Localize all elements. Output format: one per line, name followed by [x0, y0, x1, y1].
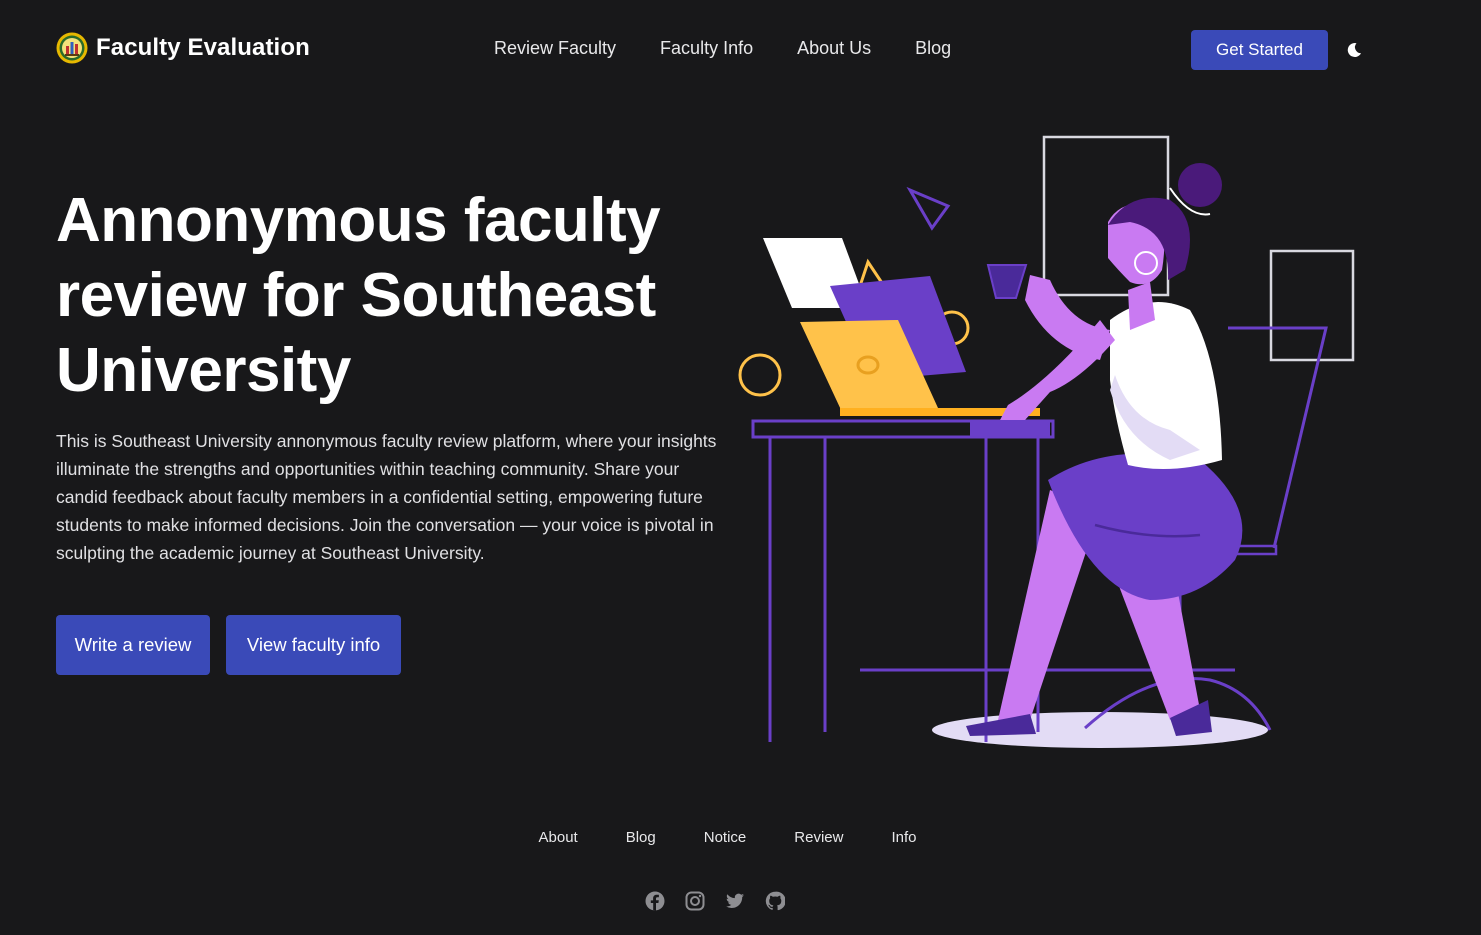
footer-link-info[interactable]: Info — [891, 829, 916, 846]
footer-link-notice[interactable]: Notice — [704, 829, 747, 846]
university-seal-icon — [56, 32, 88, 64]
nav-link-about-us[interactable]: About Us — [797, 38, 871, 59]
hero-title: Annonymous faculty review for Southeast … — [56, 186, 661, 405]
footer-link-about[interactable]: About — [539, 829, 578, 846]
brand-name: Faculty Evaluation — [96, 34, 310, 61]
twitter-icon[interactable] — [725, 891, 745, 911]
footer-links: About Blog Notice Review Info — [0, 829, 1481, 847]
top-navbar: Faculty Evaluation Review Faculty Facult… — [0, 0, 1481, 100]
woman-at-laptop-illustration — [738, 135, 1355, 748]
github-icon[interactable] — [765, 891, 785, 911]
hero-description: This is Southeast University annonymous … — [56, 431, 717, 563]
write-review-button[interactable]: Write a review — [56, 615, 210, 675]
instagram-icon[interactable] — [685, 891, 705, 911]
view-faculty-info-button[interactable]: View faculty info — [226, 615, 401, 675]
moon-icon[interactable] — [1344, 40, 1364, 60]
facebook-icon[interactable] — [645, 891, 665, 911]
brand[interactable]: Faculty Evaluation — [56, 32, 310, 64]
footer-link-blog[interactable]: Blog — [626, 829, 656, 846]
main-nav: Review Faculty Faculty Info About Us Blo… — [494, 38, 951, 59]
nav-link-review-faculty[interactable]: Review Faculty — [494, 38, 616, 59]
get-started-button[interactable]: Get Started — [1191, 30, 1328, 70]
nav-link-faculty-info[interactable]: Faculty Info — [660, 38, 753, 59]
nav-link-blog[interactable]: Blog — [915, 38, 951, 59]
footer-link-review[interactable]: Review — [794, 829, 843, 846]
social-links — [645, 891, 785, 911]
